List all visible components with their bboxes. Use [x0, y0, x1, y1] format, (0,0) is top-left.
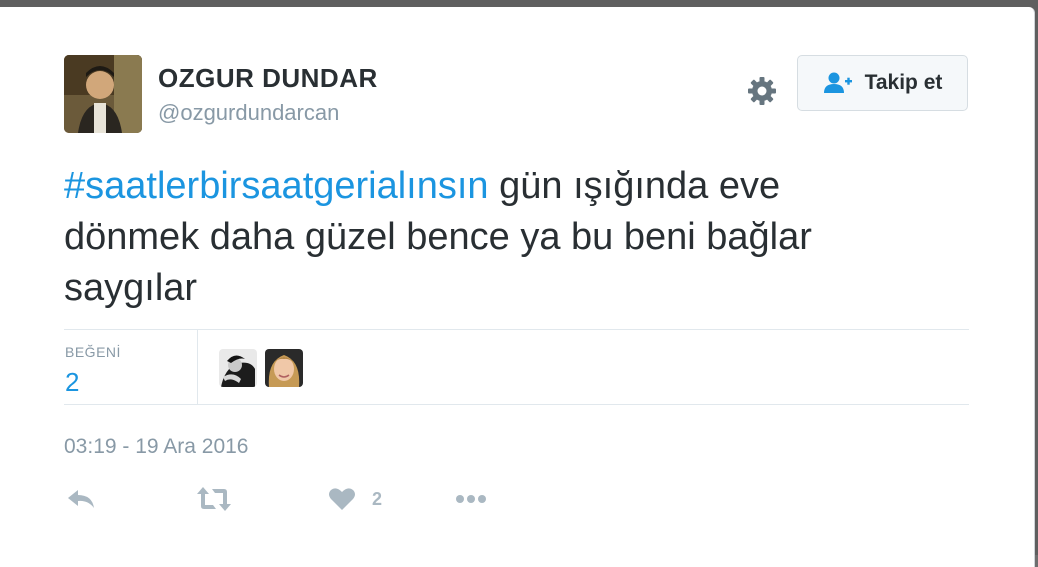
likes-count[interactable]: 2: [65, 367, 79, 398]
user-handle[interactable]: @ozgurdundarcan: [158, 100, 339, 126]
tweet-text: #saatlerbirsaatgerialınsın gün ışığında …: [64, 161, 964, 314]
retweet-button[interactable]: [196, 483, 232, 515]
follow-button[interactable]: Takip et: [797, 55, 968, 111]
more-button[interactable]: [455, 483, 487, 515]
gear-icon[interactable]: [744, 73, 780, 109]
liker-avatar[interactable]: [219, 349, 257, 387]
tweet-timestamp[interactable]: 03:19 - 19 Ara 2016: [64, 435, 248, 459]
divider-top: [64, 329, 969, 330]
tweet-text-line3: saygılar: [64, 267, 198, 309]
stats-divider: [197, 329, 198, 405]
reply-icon: [68, 490, 94, 508]
tweet-card: OZGUR DUNDAR @ozgurdundarcan Takip et #s…: [0, 7, 1035, 567]
heart-icon: [329, 488, 355, 510]
liker-avatar[interactable]: [265, 349, 303, 387]
divider-bottom: [64, 404, 969, 405]
more-icon: [456, 495, 486, 503]
profile-avatar[interactable]: [64, 55, 142, 133]
hashtag-link[interactable]: #saatlerbirsaatgerialınsın: [64, 165, 489, 207]
reply-button[interactable]: [66, 483, 96, 515]
like-count: 2: [372, 488, 383, 509]
likes-label: BEĞENİ: [65, 344, 121, 360]
display-name[interactable]: OZGUR DUNDAR: [158, 63, 378, 94]
retweet-icon: [197, 487, 231, 511]
tweet-text-line1: gün ışığında eve: [488, 165, 781, 207]
follow-button-label: Takip et: [864, 71, 943, 94]
tweet-text-line2: dönmek daha güzel bence ya bu beni bağla…: [64, 216, 812, 258]
like-button[interactable]: 2: [328, 483, 382, 515]
add-user-icon: [823, 72, 852, 93]
